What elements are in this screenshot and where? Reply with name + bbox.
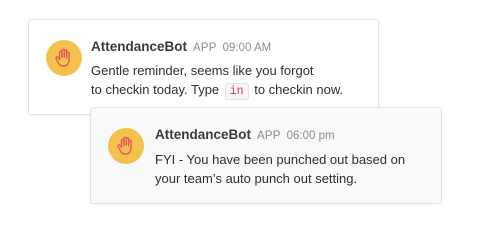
message-line: Gentle reminder, seems like you forgot <box>91 63 314 78</box>
message-text: to checkin now. <box>254 82 344 97</box>
message-stage: AttendanceBot APP 09:00 AM Gentle reminder… <box>0 0 488 248</box>
message-timestamp[interactable]: 09:00 AM <box>223 42 272 54</box>
app-badge: APP <box>257 130 281 142</box>
raised-hand-icon <box>55 48 70 67</box>
bot-avatar[interactable] <box>46 40 82 76</box>
message-text: to checkin today. Type <box>91 82 220 97</box>
bot-name[interactable]: AttendanceBot <box>155 127 251 142</box>
message-line: your team’s auto punch out setting. <box>155 171 358 186</box>
app-badge: APP <box>193 42 217 54</box>
inline-code: in <box>224 83 249 100</box>
bot-name[interactable]: AttendanceBot <box>91 39 187 54</box>
message-card-punch-out: AttendanceBot APP 06:00 pm FYI - You have … <box>90 107 442 204</box>
message-timestamp[interactable]: 06:00 pm <box>287 130 335 142</box>
bot-avatar[interactable] <box>108 128 144 164</box>
message-header: AttendanceBot APP 09:00 AM <box>91 39 271 56</box>
message-line: FYI - You have been punched out based on <box>155 152 406 167</box>
message-body: Gentle reminder, seems like you forgot t… <box>91 61 343 100</box>
raised-hand-icon <box>117 136 132 155</box>
message-card-checkin-reminder: AttendanceBot APP 09:00 AM Gentle reminder… <box>28 19 379 115</box>
message-header: AttendanceBot APP 06:00 pm <box>155 127 335 144</box>
message-line: to checkin today. Type in to checkin now… <box>91 80 343 100</box>
message-body: FYI - You have been punched out based on… <box>155 150 405 188</box>
